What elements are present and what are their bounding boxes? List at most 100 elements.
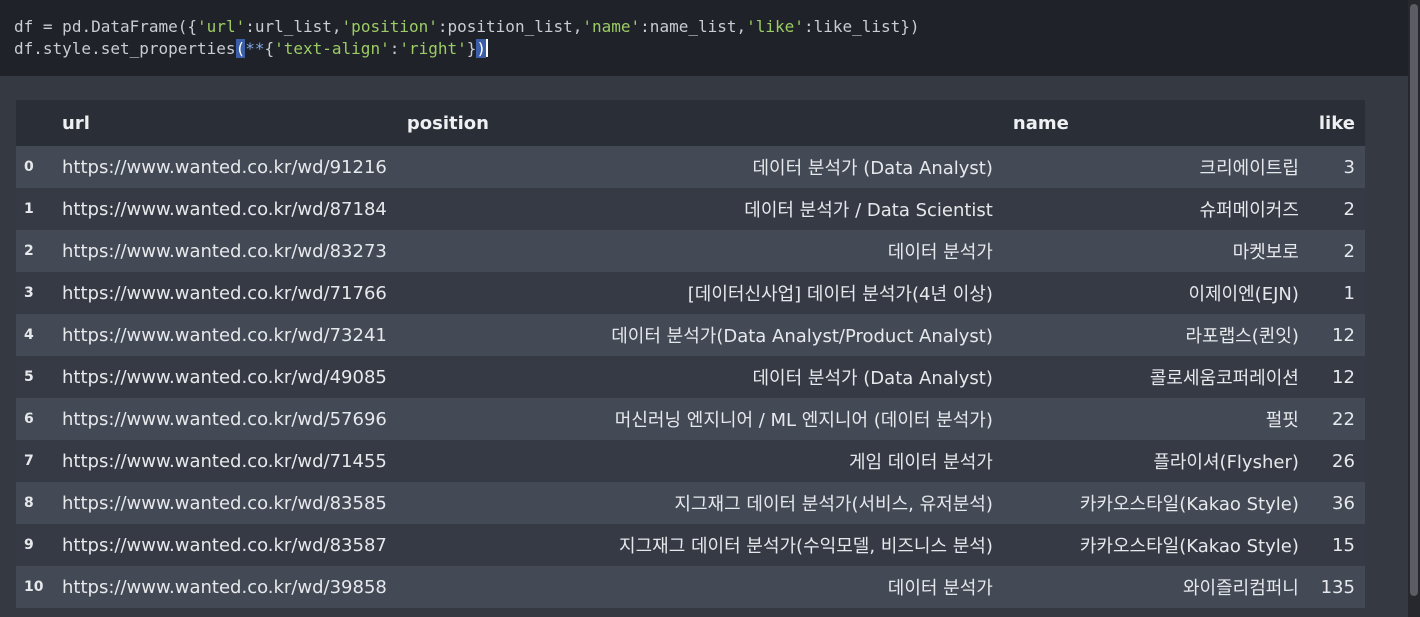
code-line-1: df = pd.DataFrame({'url':url_list,'posit… [14, 17, 920, 36]
like-cell: 12 [1332, 324, 1355, 346]
code-token: :like_list}) [803, 17, 920, 36]
text-cursor [486, 39, 489, 57]
like-cell: 3 [1343, 156, 1355, 178]
position-cell: 데이터 분석가 (Data Analyst) [752, 368, 993, 389]
code-string: 'name' [582, 17, 641, 36]
like-cell: 22 [1332, 408, 1355, 430]
row-index: 2 [24, 243, 34, 259]
row-index: 4 [24, 327, 34, 343]
name-column-header: name [1012, 112, 1069, 134]
table-row: 5 https://www.wanted.co.kr/wd/49085 데이터 … [16, 356, 1365, 398]
row-index: 10 [24, 579, 44, 595]
code-string: 'right' [399, 39, 467, 58]
code-string: 'like' [746, 17, 804, 36]
position-cell: 데이터 분석가 / Data Scientist [744, 200, 993, 221]
code-line-2: df.style.set_properties(**{'text-align':… [14, 39, 489, 58]
url-cell: https://www.wanted.co.kr/wd/49085 [62, 366, 387, 388]
like-cell: 36 [1332, 492, 1355, 514]
table-row: 1 https://www.wanted.co.kr/wd/87184 데이터 … [16, 188, 1365, 230]
position-cell: 데이터 분석가 (Data Analyst) [752, 158, 993, 179]
code-token: pd.DataFrame({ [52, 17, 198, 36]
url-cell: https://www.wanted.co.kr/wd/83587 [62, 534, 387, 556]
name-cell: 콜로세움코퍼레이션 [1149, 368, 1299, 389]
like-column-header: like [1318, 112, 1355, 134]
like-cell: 26 [1332, 450, 1355, 472]
code-token: = [42, 17, 53, 36]
code-editor[interactable]: df = pd.DataFrame({'url':url_list,'posit… [14, 16, 920, 60]
code-cell[interactable]: df = pd.DataFrame({'url':url_list,'posit… [0, 0, 1408, 76]
url-cell: https://www.wanted.co.kr/wd/83585 [62, 492, 387, 514]
table-row: 4 https://www.wanted.co.kr/wd/73241 데이터 … [16, 314, 1365, 356]
table-row: 8 https://www.wanted.co.kr/wd/83585 지그재그… [16, 482, 1365, 524]
url-cell: https://www.wanted.co.kr/wd/83273 [62, 240, 387, 262]
like-cell: 15 [1332, 534, 1355, 556]
name-cell: 라포랩스(퀸잇) [1185, 326, 1299, 347]
name-cell: 플라이셔(Flysher) [1153, 452, 1299, 473]
position-cell: [데이터신사업] 데이터 분석가(4년 이상) [687, 284, 993, 305]
code-token: :name_list, [640, 17, 747, 36]
row-index: 8 [24, 495, 34, 511]
index-header [16, 100, 52, 146]
row-index: 7 [24, 453, 34, 469]
cell-output: url position name like 0 https://www.wan… [0, 76, 1408, 617]
row-index: 0 [24, 159, 34, 175]
like-cell: 2 [1343, 240, 1355, 262]
position-cell: 지그재그 데이터 분석가(서비스, 유저분석) [674, 494, 993, 515]
code-token: df [14, 17, 43, 36]
like-cell: 2 [1343, 198, 1355, 220]
row-index: 1 [24, 201, 34, 217]
code-token: df.style.set_properties [14, 39, 236, 58]
position-cell: 머신러닝 엔지니어 / ML 엔지니어 (데이터 분석가) [614, 410, 993, 431]
vertical-scrollbar[interactable] [1408, 0, 1420, 617]
code-string: 'url' [197, 17, 246, 36]
table-row: 0 https://www.wanted.co.kr/wd/91216 데이터 … [16, 146, 1365, 188]
code-string: 'position' [341, 17, 438, 36]
like-cell: 12 [1332, 366, 1355, 388]
name-cell: 카카오스타일(Kakao Style) [1079, 494, 1299, 515]
code-operator: ** [245, 39, 265, 58]
table-row: 6 https://www.wanted.co.kr/wd/57696 머신러닝… [16, 398, 1365, 440]
url-cell: https://www.wanted.co.kr/wd/71766 [62, 282, 387, 304]
code-token: } [466, 39, 477, 58]
name-cell: 펄핏 [1265, 410, 1299, 431]
table-row: 9 https://www.wanted.co.kr/wd/83587 지그재그… [16, 524, 1365, 566]
row-index: 9 [24, 537, 34, 553]
code-string: 'text-align' [274, 39, 390, 58]
url-column-header: url [62, 112, 90, 134]
code-token: :url_list, [245, 17, 342, 36]
code-token: :position_list, [437, 17, 583, 36]
code-token: : [389, 39, 400, 58]
dataframe-table: url position name like 0 https://www.wan… [16, 100, 1365, 608]
row-index: 6 [24, 411, 34, 427]
name-cell: 마켓보로 [1232, 242, 1299, 263]
code-token: { [264, 39, 275, 58]
url-cell: https://www.wanted.co.kr/wd/57696 [62, 408, 387, 430]
scrollbar-thumb[interactable] [1410, 4, 1418, 596]
url-cell: https://www.wanted.co.kr/wd/87184 [62, 198, 387, 220]
position-column-header: position [406, 112, 489, 134]
table-header-row: url position name like [16, 100, 1365, 146]
name-cell: 크리에이트립 [1199, 158, 1299, 179]
position-cell: 데이터 분석가 [887, 242, 993, 263]
row-index: 3 [24, 285, 34, 301]
position-cell: 게임 데이터 분석가 [848, 452, 993, 473]
table-row: 7 https://www.wanted.co.kr/wd/71455 게임 데… [16, 440, 1365, 482]
matched-bracket: ( [235, 39, 246, 58]
url-cell: https://www.wanted.co.kr/wd/39858 [62, 576, 387, 598]
position-cell: 데이터 분석가(Data Analyst/Product Analyst) [611, 326, 993, 347]
url-cell: https://www.wanted.co.kr/wd/71455 [62, 450, 387, 472]
name-cell: 카카오스타일(Kakao Style) [1079, 536, 1299, 557]
matched-bracket: ) [476, 39, 487, 58]
table-row: 3 https://www.wanted.co.kr/wd/71766 [데이터… [16, 272, 1365, 314]
row-index: 5 [24, 369, 34, 385]
name-cell: 슈퍼메이커즈 [1199, 200, 1299, 221]
name-cell: 이제이엔(EJN) [1188, 284, 1299, 305]
position-cell: 지그재그 데이터 분석가(수익모델, 비즈니스 분석) [619, 536, 993, 557]
position-cell: 데이터 분석가 [887, 578, 993, 599]
table-row: 10 https://www.wanted.co.kr/wd/39858 데이터… [16, 566, 1365, 608]
url-cell: https://www.wanted.co.kr/wd/91216 [62, 156, 387, 178]
table-row: 2 https://www.wanted.co.kr/wd/83273 데이터 … [16, 230, 1365, 272]
url-cell: https://www.wanted.co.kr/wd/73241 [62, 324, 387, 346]
like-cell: 135 [1320, 576, 1355, 598]
like-cell: 1 [1343, 282, 1355, 304]
